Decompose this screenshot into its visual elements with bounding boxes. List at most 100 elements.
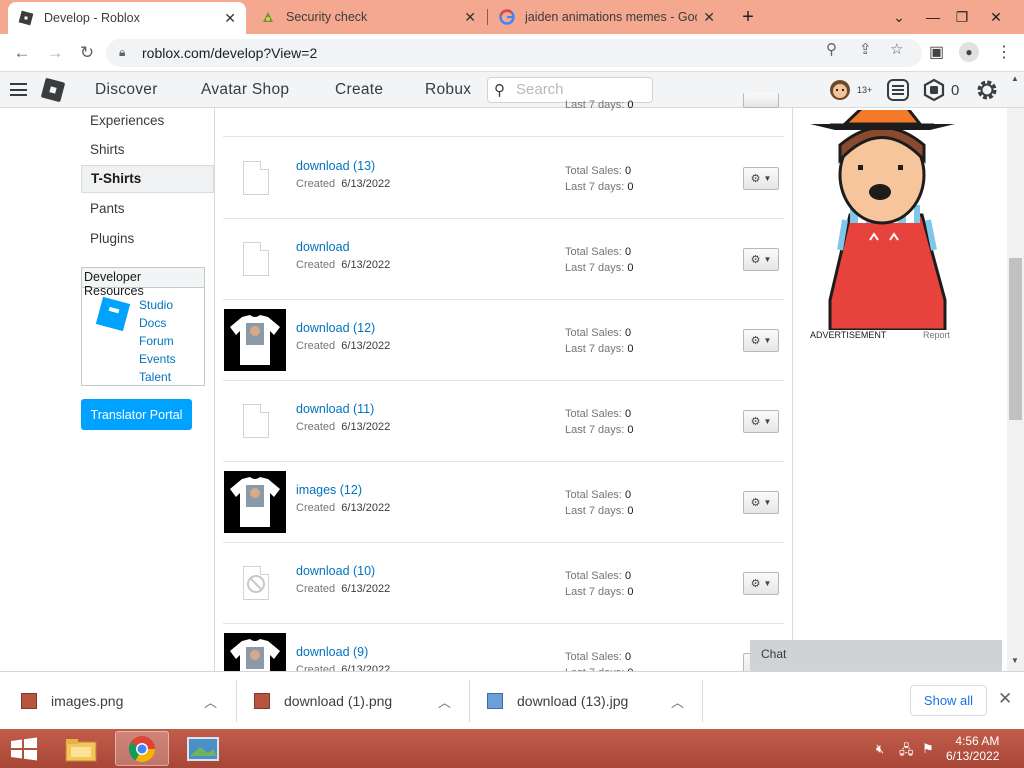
row-settings-button[interactable]: ⚙ ▼ [743, 491, 779, 514]
tshirt-icon [230, 477, 280, 527]
action-center-flag-icon[interactable]: ⚑ [922, 741, 934, 757]
moderated-thumbnail[interactable] [224, 552, 286, 614]
gear-icon: ⚙ [750, 497, 761, 509]
chat-bar[interactable]: Chat [750, 640, 1002, 671]
show-all-button[interactable]: Show all [910, 685, 987, 716]
table-row: download (11) Created 6/13/2022 Total Sale… [223, 381, 784, 462]
gear-icon [977, 80, 997, 100]
dev-link-studio[interactable]: Studio [139, 298, 173, 312]
sidebar-item-experiences[interactable]: Experiences [81, 108, 214, 136]
scrollbar-thumb[interactable] [1009, 258, 1022, 420]
close-icon[interactable]: ✕ [998, 689, 1012, 709]
total-sales-value: 0 [624, 408, 632, 420]
download-separator [469, 680, 470, 722]
gear-icon: ⚙ [750, 416, 761, 428]
bookmark-star-icon[interactable]: ☆ [890, 40, 903, 58]
hamburger-menu-icon[interactable] [10, 83, 27, 96]
profile-avatar-icon[interactable]: ● [959, 42, 979, 62]
tab-develop-roblox[interactable]: Develop - Roblox ✕ [8, 2, 246, 34]
item-name-link[interactable]: download (13) [296, 159, 375, 173]
developer-resources-title: Developer Resources [82, 268, 204, 298]
table-row: download (12) Created 6/13/2022 Total Sale… [223, 300, 784, 381]
gear-icon: ⚙ [750, 173, 761, 185]
side-panel-icon[interactable]: ▣ [929, 42, 944, 62]
tab-google-search[interactable]: jaiden animations memes - Goo ✕ [489, 0, 725, 34]
download-filename: download (13).jpg [517, 693, 629, 709]
ad-report-link[interactable]: Report [923, 330, 950, 340]
file-explorer-taskbar-button[interactable] [54, 731, 108, 766]
gear-icon: ⚙ [750, 578, 761, 590]
sidebar-item-plugins[interactable]: Plugins [81, 226, 214, 254]
item-name-link[interactable]: download (12) [296, 321, 375, 335]
last7-value: 0 [627, 424, 634, 436]
advertisement-image[interactable] [810, 110, 955, 330]
chevron-up-icon[interactable]: ︿ [671, 692, 684, 711]
roblox-logo-icon[interactable] [40, 77, 66, 103]
download-item[interactable]: images.png ︿ [21, 680, 235, 722]
chevron-up-icon[interactable]: ︿ [204, 692, 217, 711]
total-sales-value: 0 [624, 327, 632, 339]
row-settings-button[interactable]: ⚙ ▼ [743, 572, 779, 595]
dev-link-events[interactable]: Events [139, 352, 176, 366]
sidebar-item-pants[interactable]: Pants [81, 196, 214, 224]
created-date: Created 6/13/2022 [296, 178, 391, 190]
dev-link-forum[interactable]: Forum [139, 334, 174, 348]
item-name-link[interactable]: images (12) [296, 483, 362, 497]
sales-stats: Total Sales: 0Last 7 days: 0 [565, 408, 634, 436]
placeholder-thumbnail[interactable] [224, 228, 286, 290]
new-tab-button[interactable]: + [730, 0, 766, 34]
browser-tab-strip: Develop - Roblox ✕ Security check ✕ jaid… [0, 0, 1024, 34]
scroll-down-arrow-icon[interactable]: ▼ [1011, 656, 1019, 665]
user-avatar[interactable]: 13+ [829, 78, 872, 102]
windows-taskbar: 🔇︎ 🖧 ⚑ 4:56 AM 6/13/2022 [0, 729, 1024, 768]
nav-discover[interactable]: Discover [95, 81, 158, 99]
system-clock[interactable]: 4:56 AM 6/13/2022 [946, 734, 999, 764]
zoom-icon[interactable]: ⚲ [826, 40, 837, 58]
window-close-icon[interactable]: ✕ [978, 0, 1014, 34]
download-item[interactable]: download (13).jpg ︿ [487, 680, 701, 722]
item-name-link[interactable]: download (9) [296, 645, 368, 659]
tshirt-thumbnail[interactable] [224, 309, 286, 371]
share-icon[interactable]: ⇪ [859, 40, 872, 58]
close-icon[interactable]: ✕ [703, 9, 715, 26]
placeholder-thumbnail[interactable] [224, 147, 286, 209]
row-settings-button[interactable] [743, 93, 779, 108]
maximize-icon[interactable]: ❐ [944, 0, 980, 34]
row-settings-button[interactable]: ⚙ ▼ [743, 329, 779, 352]
scroll-up-arrow-icon[interactable]: ▲ [1011, 74, 1019, 83]
windows-start-icon[interactable] [8, 737, 40, 761]
row-settings-button[interactable]: ⚙ ▼ [743, 167, 779, 190]
dev-link-docs[interactable]: Docs [139, 316, 166, 330]
chevron-up-icon[interactable]: ︿ [438, 692, 451, 711]
security-favicon-icon [260, 9, 276, 25]
chrome-taskbar-button[interactable] [115, 731, 169, 766]
item-name-link[interactable]: download (10) [296, 564, 375, 578]
back-arrow-icon[interactable]: ← [9, 40, 35, 66]
network-icon[interactable]: 🖧 [899, 741, 914, 763]
volume-muted-icon[interactable]: 🔇︎ [876, 741, 884, 757]
photos-taskbar-button[interactable] [176, 731, 230, 766]
tab-search-chevron-icon[interactable]: ⌄ [881, 0, 917, 34]
robux-button[interactable]: 0 [922, 78, 959, 102]
row-settings-button[interactable]: ⚙ ▼ [743, 248, 779, 271]
close-icon[interactable]: ✕ [224, 10, 236, 27]
tshirt-thumbnail[interactable] [224, 471, 286, 533]
notifications-button[interactable] [886, 78, 910, 102]
translator-portal-button[interactable]: Translator Portal [81, 399, 192, 430]
reload-icon[interactable]: ↻ [74, 40, 100, 66]
kebab-menu-icon[interactable]: ⋮ [996, 42, 1012, 62]
page-scrollbar[interactable]: ▲ ▼ [1007, 74, 1024, 671]
item-name-link[interactable]: download (11) [296, 402, 374, 416]
sidebar-item-shirts[interactable]: Shirts [81, 137, 214, 165]
image-file-icon [254, 693, 270, 709]
dev-link-talent[interactable]: Talent [139, 370, 171, 384]
placeholder-thumbnail[interactable] [224, 390, 286, 452]
row-settings-button[interactable]: ⚙ ▼ [743, 410, 779, 433]
sidebar-item-t-shirts[interactable]: T-Shirts [81, 165, 214, 193]
tab-security-check[interactable]: Security check ✕ [250, 0, 486, 34]
forward-arrow-icon[interactable]: → [42, 40, 68, 66]
download-item[interactable]: download (1).png ︿ [254, 680, 468, 722]
settings-button[interactable] [975, 78, 999, 102]
close-icon[interactable]: ✕ [464, 9, 476, 26]
item-name-link[interactable]: download [296, 240, 350, 254]
